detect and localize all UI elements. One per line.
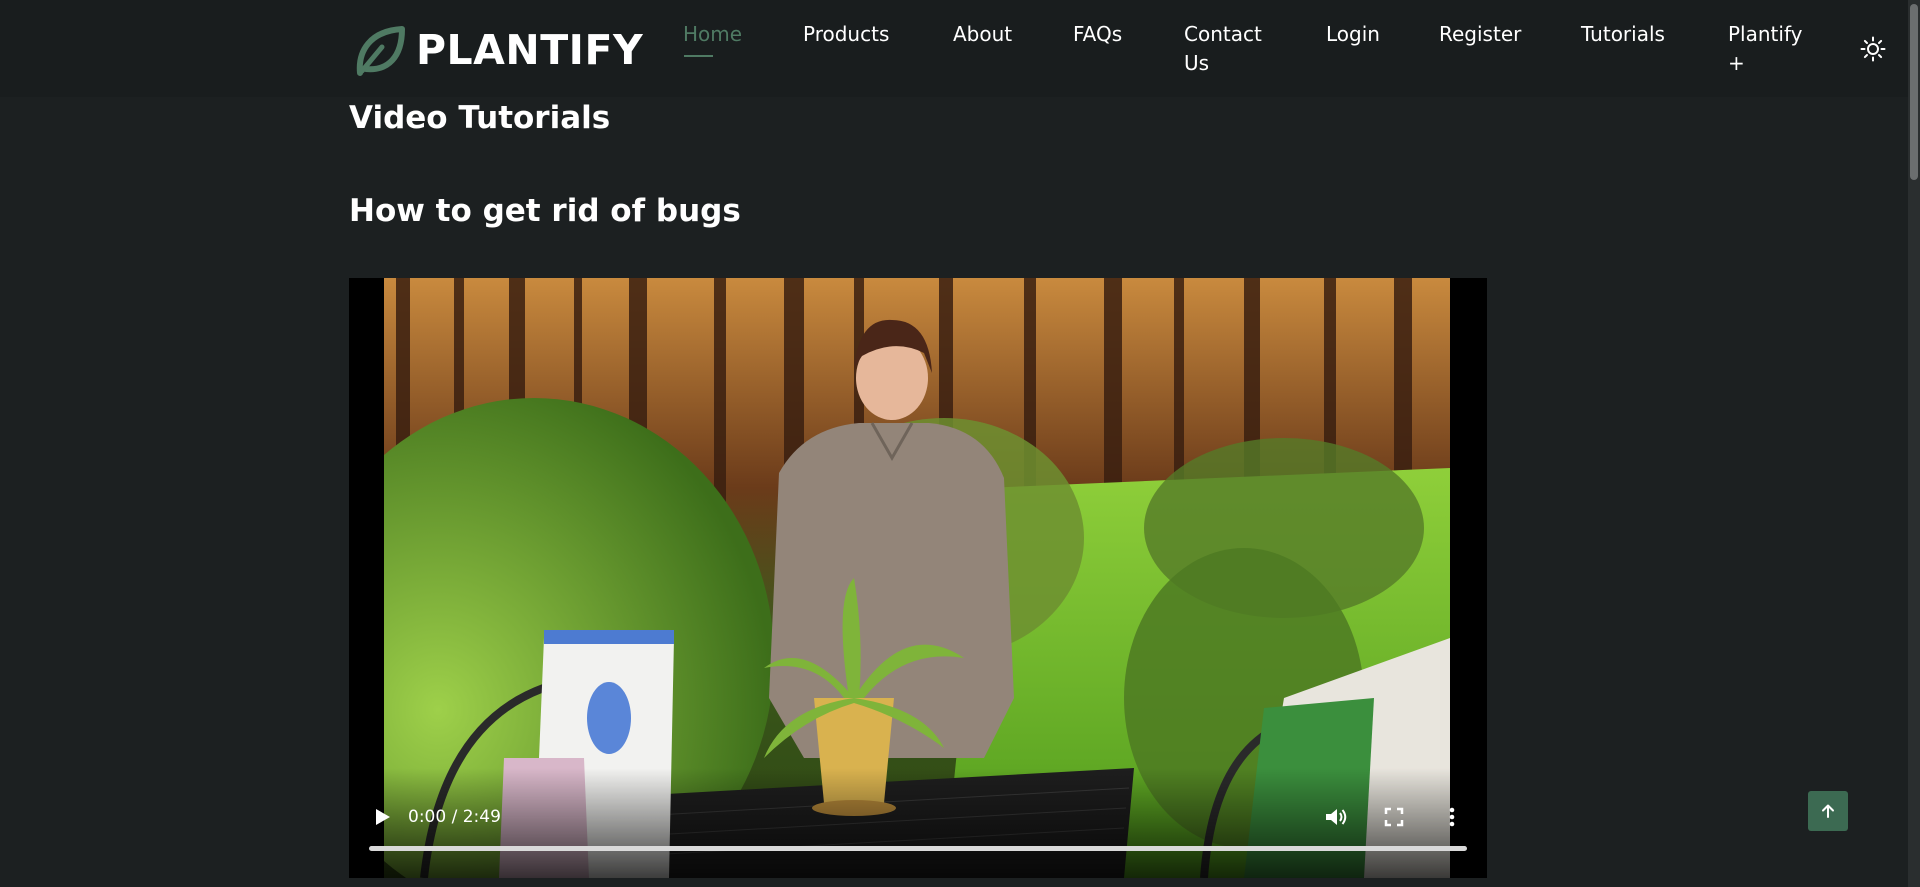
- nav-plantify-plus[interactable]: Plantify +: [1728, 20, 1813, 78]
- nav-faqs[interactable]: FAQs: [1073, 20, 1122, 49]
- video-progress-bar[interactable]: [369, 846, 1467, 851]
- sun-icon[interactable]: [1860, 36, 1886, 62]
- nav-contact-us[interactable]: Contact Us: [1184, 20, 1279, 78]
- nav-products[interactable]: Products: [803, 20, 889, 49]
- leaf-icon: [356, 26, 405, 76]
- logo[interactable]: PLANTIFY: [352, 22, 643, 78]
- nav-about[interactable]: About: [953, 20, 1012, 49]
- nav-register[interactable]: Register: [1439, 20, 1521, 49]
- brand-name: PLANTIFY: [416, 26, 644, 74]
- nav-login[interactable]: Login: [1326, 20, 1380, 49]
- nav-home[interactable]: Home: [683, 20, 742, 49]
- more-options-icon[interactable]: [1448, 806, 1456, 828]
- volume-icon[interactable]: [1324, 806, 1348, 828]
- controls-overlay: [349, 768, 1487, 878]
- video-title: How to get rid of bugs: [349, 193, 741, 229]
- active-indicator: [684, 55, 713, 57]
- play-icon[interactable]: [371, 806, 393, 828]
- fullscreen-icon[interactable]: [1384, 807, 1404, 827]
- video-time: 0:00 / 2:49: [408, 807, 501, 827]
- page-title: Video Tutorials: [349, 100, 611, 136]
- navbar: PLANTIFY Home Products About FAQs Contac…: [0, 0, 1908, 97]
- back-to-top-button[interactable]: [1808, 791, 1848, 831]
- nav-tutorials[interactable]: Tutorials: [1581, 20, 1665, 49]
- video-player[interactable]: 0:00 / 2:49: [349, 278, 1487, 878]
- scrollbar-thumb[interactable]: [1910, 4, 1918, 180]
- arrow-up-icon: [1822, 804, 1834, 818]
